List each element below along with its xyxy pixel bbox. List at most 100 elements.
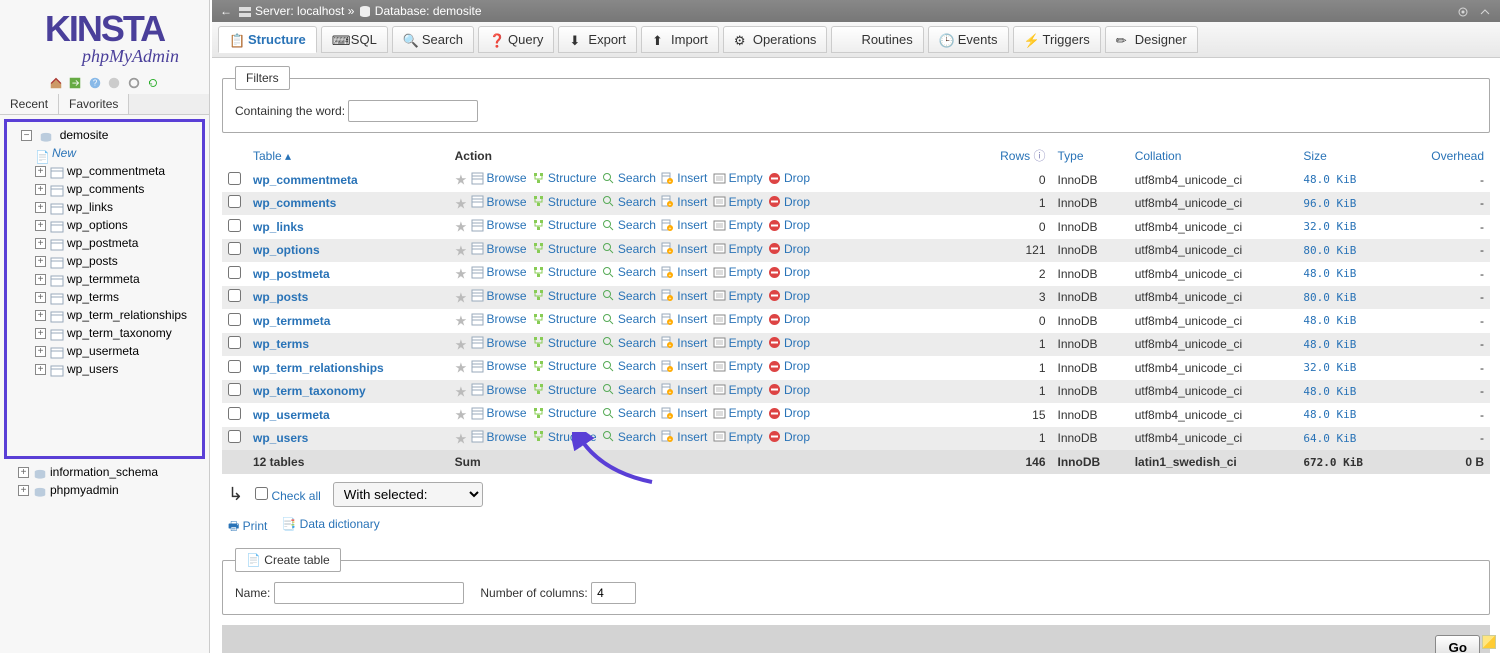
th-table[interactable]: Table ▴: [247, 143, 449, 168]
th-type[interactable]: Type: [1052, 143, 1129, 168]
action-structure[interactable]: Structure: [532, 242, 597, 256]
row-checkbox[interactable]: [228, 336, 241, 349]
action-structure[interactable]: Structure: [532, 406, 597, 420]
table-name-link[interactable]: wp_postmeta: [253, 267, 330, 281]
row-checkbox[interactable]: [228, 172, 241, 185]
th-collation[interactable]: Collation: [1129, 143, 1298, 168]
action-insert[interactable]: +Insert: [661, 312, 707, 326]
tree-expand-icon[interactable]: +: [35, 238, 46, 249]
tab-recent[interactable]: Recent: [0, 94, 59, 114]
favorite-star-icon[interactable]: ★: [455, 289, 468, 305]
action-structure[interactable]: Structure: [532, 265, 597, 279]
action-structure[interactable]: Structure: [532, 359, 597, 373]
action-drop[interactable]: Drop: [768, 359, 810, 373]
action-browse[interactable]: Browse: [471, 312, 527, 326]
table-name-link[interactable]: wp_options: [253, 243, 320, 257]
tree-expand-icon[interactable]: +: [35, 256, 46, 267]
check-all-link[interactable]: Check all: [271, 489, 320, 503]
tree-expand-icon[interactable]: +: [35, 274, 46, 285]
tree-collapse-icon[interactable]: −: [21, 130, 32, 141]
tree-table[interactable]: wp_links: [67, 200, 113, 214]
tree-table[interactable]: wp_termmeta: [67, 272, 140, 286]
tree-expand-icon[interactable]: +: [18, 467, 29, 478]
favorite-star-icon[interactable]: ★: [455, 430, 468, 446]
action-insert[interactable]: +Insert: [661, 336, 707, 350]
favorite-star-icon[interactable]: ★: [455, 383, 468, 399]
table-name-link[interactable]: wp_termmeta: [253, 314, 330, 328]
tab-structure[interactable]: 📋Structure: [218, 26, 317, 53]
tree-table[interactable]: wp_options: [67, 218, 128, 232]
row-checkbox[interactable]: [228, 195, 241, 208]
action-structure[interactable]: Structure: [532, 195, 597, 209]
action-insert[interactable]: +Insert: [661, 383, 707, 397]
check-all-checkbox[interactable]: [255, 487, 268, 500]
tree-table[interactable]: wp_postmeta: [67, 236, 138, 250]
breadcrumb-server-link[interactable]: localhost: [297, 0, 344, 22]
action-browse[interactable]: Browse: [471, 430, 527, 444]
tab-search[interactable]: 🔍Search: [392, 26, 474, 53]
row-checkbox[interactable]: [228, 242, 241, 255]
collapse-icon[interactable]: [1478, 4, 1492, 18]
action-structure[interactable]: Structure: [532, 171, 597, 185]
row-checkbox[interactable]: [228, 383, 241, 396]
action-browse[interactable]: Browse: [471, 359, 527, 373]
table-name-link[interactable]: wp_terms: [253, 337, 309, 351]
action-search[interactable]: Search: [602, 312, 656, 326]
table-name-link[interactable]: wp_commentmeta: [253, 173, 358, 187]
favorite-star-icon[interactable]: ★: [455, 242, 468, 258]
tree-expand-icon[interactable]: +: [35, 328, 46, 339]
action-drop[interactable]: Drop: [768, 218, 810, 232]
action-browse[interactable]: Browse: [471, 218, 527, 232]
action-structure[interactable]: Structure: [532, 336, 597, 350]
tree-table[interactable]: wp_terms: [67, 290, 119, 304]
action-drop[interactable]: Drop: [768, 406, 810, 420]
home-icon[interactable]: [49, 76, 63, 90]
logout-icon[interactable]: [68, 76, 82, 90]
favorite-star-icon[interactable]: ★: [455, 266, 468, 282]
action-empty[interactable]: Empty: [713, 430, 763, 444]
action-insert[interactable]: +Insert: [661, 359, 707, 373]
tree-expand-icon[interactable]: +: [35, 220, 46, 231]
row-checkbox[interactable]: [228, 407, 241, 420]
check-all[interactable]: Check all: [255, 487, 321, 503]
tree-expand-icon[interactable]: +: [35, 184, 46, 195]
action-search[interactable]: Search: [602, 430, 656, 444]
action-structure[interactable]: Structure: [532, 312, 597, 326]
action-empty[interactable]: Empty: [713, 195, 763, 209]
row-checkbox[interactable]: [228, 219, 241, 232]
tree-table[interactable]: wp_commentmeta: [67, 164, 165, 178]
th-overhead[interactable]: Overhead: [1399, 143, 1490, 168]
action-empty[interactable]: Empty: [713, 289, 763, 303]
nav-settings-icon[interactable]: [127, 76, 141, 90]
favorite-star-icon[interactable]: ★: [455, 407, 468, 423]
action-browse[interactable]: Browse: [471, 383, 527, 397]
tree-expand-icon[interactable]: +: [35, 346, 46, 357]
tree-table[interactable]: wp_posts: [67, 254, 118, 268]
table-name-link[interactable]: wp_comments: [253, 196, 336, 210]
tree-db[interactable]: phpmyadmin: [50, 483, 119, 497]
print-link[interactable]: 🖶 Print: [228, 517, 267, 538]
tree-table[interactable]: wp_users: [67, 362, 118, 376]
action-insert[interactable]: +Insert: [661, 195, 707, 209]
table-name-link[interactable]: wp_term_relationships: [253, 361, 384, 375]
with-selected-dropdown[interactable]: With selected:: [333, 482, 483, 507]
action-search[interactable]: Search: [602, 406, 656, 420]
action-structure[interactable]: Structure: [532, 289, 597, 303]
table-name-link[interactable]: wp_users: [253, 431, 308, 445]
tree-table[interactable]: wp_term_relationships: [67, 308, 187, 322]
tab-triggers[interactable]: ⚡Triggers: [1013, 26, 1101, 53]
page-settings-icon[interactable]: [1456, 4, 1470, 18]
tree-table[interactable]: wp_usermeta: [67, 344, 139, 358]
tree-expand-icon[interactable]: +: [35, 292, 46, 303]
favorite-star-icon[interactable]: ★: [455, 219, 468, 235]
action-drop[interactable]: Drop: [768, 430, 810, 444]
docs-icon[interactable]: ?: [88, 76, 102, 90]
action-browse[interactable]: Browse: [471, 336, 527, 350]
action-drop[interactable]: Drop: [768, 336, 810, 350]
action-search[interactable]: Search: [602, 218, 656, 232]
tab-routines[interactable]: Routines: [831, 26, 923, 53]
row-checkbox[interactable]: [228, 430, 241, 443]
tab-sql[interactable]: ⌨SQL: [321, 26, 388, 53]
create-name-input[interactable]: [274, 582, 464, 604]
action-structure[interactable]: Structure: [532, 430, 597, 444]
